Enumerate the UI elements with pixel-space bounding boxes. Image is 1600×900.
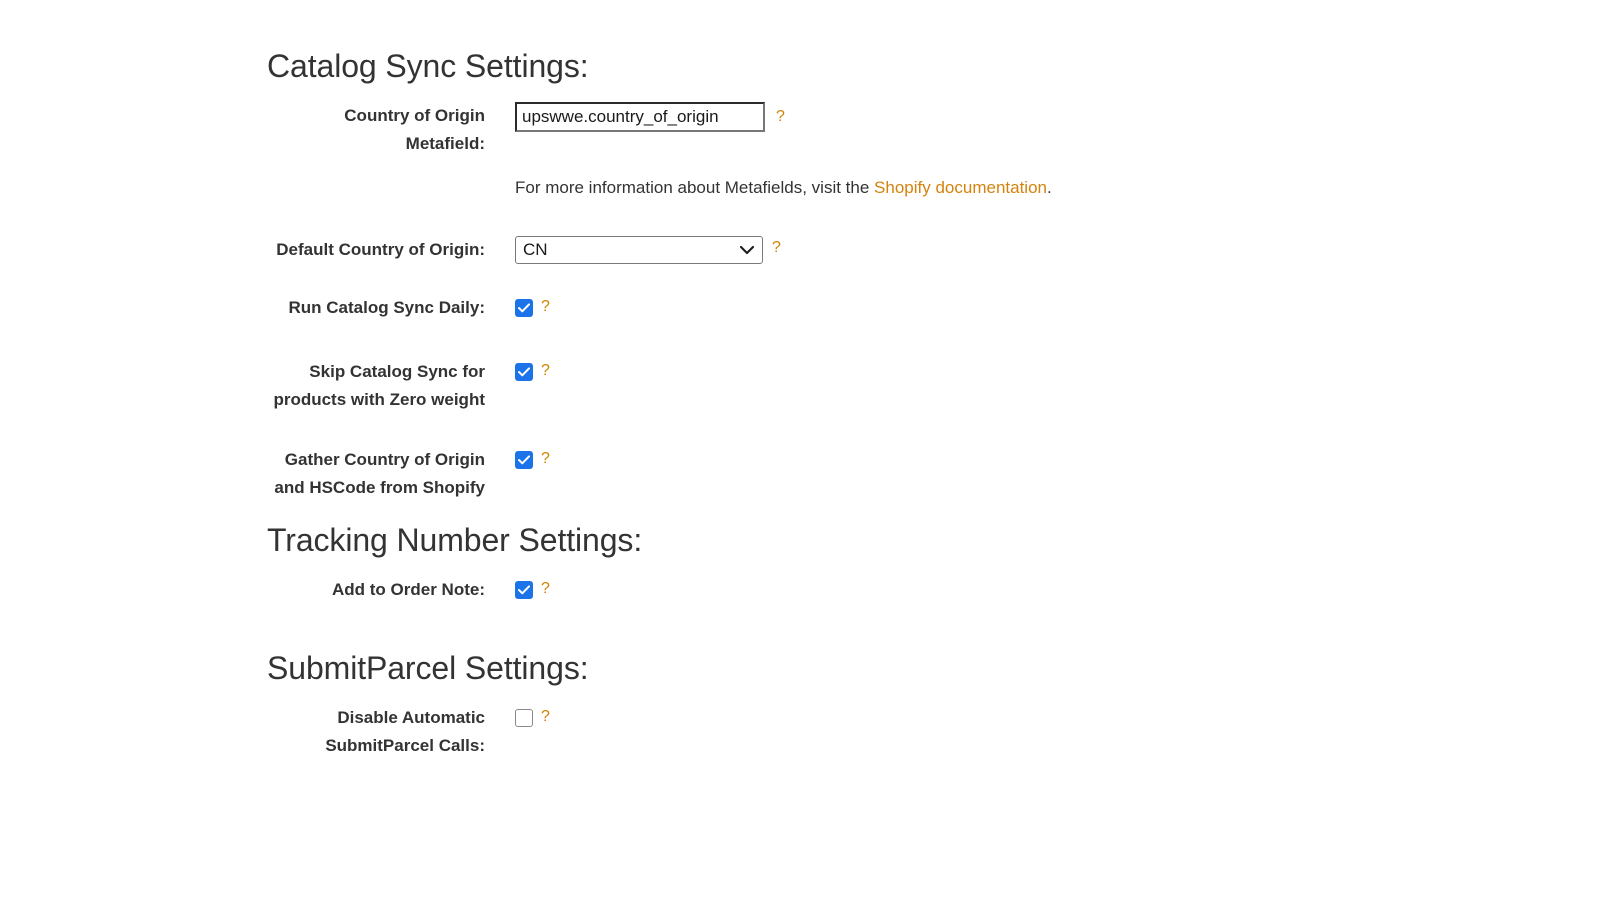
help-icon-disable-automatic-submitparcel-calls[interactable]: ? <box>541 708 550 726</box>
helper-spacer <box>267 176 515 200</box>
label-add-to-order-note: Add to Order Note: <box>332 580 485 599</box>
field-row-country-of-origin-metafield: Country of Origin Metafield: ? <box>267 102 1467 158</box>
shopify-documentation-link[interactable]: Shopify documentation <box>874 178 1047 197</box>
help-icon-add-to-order-note[interactable]: ? <box>541 580 550 598</box>
default-country-of-origin-selected-value: CN <box>523 240 548 259</box>
control-country-of-origin-metafield: ? <box>515 102 1467 132</box>
control-add-to-order-note: ? <box>515 576 1467 604</box>
help-icon-skip-catalog-sync-zero-weight[interactable]: ? <box>541 362 550 380</box>
chevron-down-icon <box>740 245 754 255</box>
field-row-gather-country-hscode-shopify: Gather Country of Origin and HSCode from… <box>267 446 1467 502</box>
help-icon-country-of-origin-metafield[interactable]: ? <box>776 108 785 126</box>
section-heading-catalog-sync: Catalog Sync Settings: <box>267 46 1467 86</box>
control-skip-catalog-sync-zero-weight: ? <box>515 358 1467 386</box>
label-skip-catalog-sync-zero-weight: Skip Catalog Sync for products with Zero… <box>273 362 485 409</box>
field-row-disable-automatic-submitparcel-calls: Disable Automatic SubmitParcel Calls: ? <box>267 704 1467 760</box>
field-row-add-to-order-note: Add to Order Note: ? <box>267 576 1467 604</box>
label-run-catalog-sync-daily: Run Catalog Sync Daily: <box>288 298 485 317</box>
checkmark-icon <box>518 455 530 465</box>
label-country-of-origin-metafield: Country of Origin Metafield: <box>344 106 485 153</box>
control-default-country-of-origin: CN ? <box>515 236 1467 264</box>
helper-text-prefix: For more information about Metafields, v… <box>515 178 875 197</box>
settings-form: Catalog Sync Settings: Country of Origin… <box>267 46 1467 760</box>
field-row-run-catalog-sync-daily: Run Catalog Sync Daily: ? <box>267 294 1467 322</box>
label-gather-country-hscode-shopify: Gather Country of Origin and HSCode from… <box>274 450 485 497</box>
submit-parcel-heading-text: SubmitParcel Settings: <box>267 650 589 686</box>
helper-text-suffix: . <box>1047 178 1052 197</box>
control-disable-automatic-submitparcel-calls: ? <box>515 704 1467 732</box>
section-heading-tracking-number: Tracking Number Settings: <box>267 520 1467 560</box>
control-run-catalog-sync-daily: ? <box>515 294 1467 322</box>
help-icon-gather-country-hscode-shopify[interactable]: ? <box>541 450 550 468</box>
add-to-order-note-checkbox[interactable] <box>515 581 533 599</box>
label-disable-automatic-submitparcel-calls: Disable Automatic SubmitParcel Calls: <box>325 708 485 755</box>
run-catalog-sync-daily-checkbox[interactable] <box>515 299 533 317</box>
disable-automatic-submitparcel-calls-checkbox[interactable] <box>515 709 533 727</box>
catalog-sync-heading-text: Catalog Sync Settings: <box>267 48 589 84</box>
default-country-of-origin-select[interactable]: CN <box>515 236 763 264</box>
gather-country-hscode-shopify-checkbox[interactable] <box>515 451 533 469</box>
field-row-default-country-of-origin: Default Country of Origin: CN ? <box>267 236 1467 264</box>
help-icon-default-country-of-origin[interactable]: ? <box>772 239 781 257</box>
checkmark-icon <box>518 303 530 313</box>
help-icon-run-catalog-sync-daily[interactable]: ? <box>541 298 550 316</box>
metafield-helper-text: For more information about Metafields, v… <box>515 176 1052 200</box>
tracking-number-heading-text: Tracking Number Settings: <box>267 522 643 558</box>
field-row-skip-catalog-sync-zero-weight: Skip Catalog Sync for products with Zero… <box>267 358 1467 414</box>
control-gather-country-hscode-shopify: ? <box>515 446 1467 474</box>
checkmark-icon <box>518 585 530 595</box>
checkmark-icon <box>518 367 530 377</box>
metafield-helper-row: For more information about Metafields, v… <box>267 176 1467 200</box>
settings-page: Catalog Sync Settings: Country of Origin… <box>0 0 1600 900</box>
country-of-origin-metafield-input[interactable] <box>515 102 765 132</box>
skip-catalog-sync-zero-weight-checkbox[interactable] <box>515 363 533 381</box>
section-heading-submit-parcel: SubmitParcel Settings: <box>267 648 1467 688</box>
label-default-country-of-origin: Default Country of Origin: <box>276 240 485 259</box>
